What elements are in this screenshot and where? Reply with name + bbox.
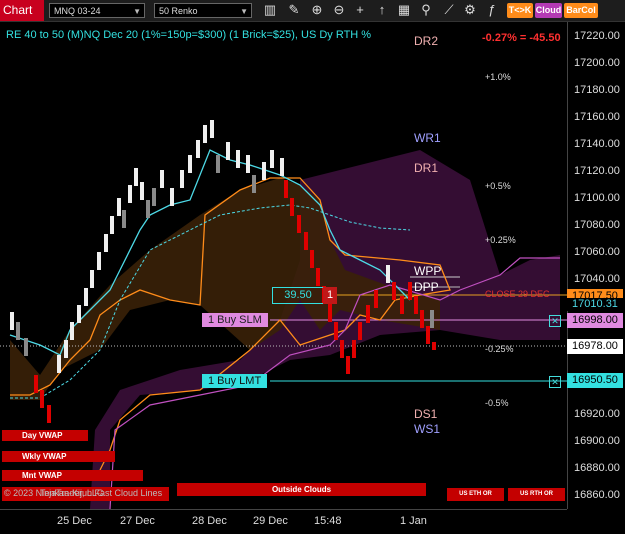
price-tick: 16920.00 bbox=[574, 408, 620, 420]
pivot-ws1: WS1 bbox=[414, 422, 441, 436]
price-plot-area[interactable]: RE 40 to 50 (M)NQ Dec 20 (1%=150p=$300) … bbox=[0, 22, 567, 509]
time-tick: 1 Jan bbox=[400, 515, 427, 527]
time-tick: 27 Dec bbox=[120, 515, 155, 527]
buy-slm-order-label[interactable]: 1 Buy SLM bbox=[202, 313, 268, 327]
cancel-slm-order-icon[interactable]: ✕ bbox=[549, 315, 561, 327]
pivot-wpp: WPP bbox=[414, 264, 442, 278]
zoom-out-icon[interactable]: ⊖ bbox=[331, 2, 347, 18]
bar-chart-icon[interactable]: ▥ bbox=[262, 2, 278, 18]
calendar-icon[interactable]: ▦ bbox=[396, 2, 412, 18]
price-tick: 16860.00 bbox=[574, 489, 620, 501]
price-tick: 17100.00 bbox=[574, 192, 620, 204]
instrument-label: MNQ 03-24 bbox=[54, 6, 101, 16]
pct-minus-025: -0.25% bbox=[485, 344, 514, 354]
price-tick: 17160.00 bbox=[574, 111, 620, 123]
pencil-icon[interactable]: ✎ bbox=[286, 2, 302, 18]
arrow-up-icon[interactable]: ↑ bbox=[374, 2, 390, 18]
cloud-toggle-button[interactable]: Cloud bbox=[535, 3, 562, 18]
us-eth-or-label: US ETH OR bbox=[447, 488, 504, 501]
buy-lmt-order-label[interactable]: 1 Buy LMT bbox=[202, 374, 268, 388]
chevron-down-icon: ▼ bbox=[240, 7, 248, 16]
order-price-box[interactable]: 39.50 bbox=[272, 287, 324, 304]
time-tick: 28 Dec bbox=[192, 515, 227, 527]
strategy-icon[interactable]: ⚙ bbox=[462, 2, 478, 18]
tenkan-price-flag: 17010.31 bbox=[567, 298, 623, 311]
lock-icon[interactable]: ⚲ bbox=[418, 2, 434, 18]
price-tick: 17120.00 bbox=[574, 165, 620, 177]
monthly-vwap-label: Mnt VWAP bbox=[2, 470, 143, 481]
pivot-wr1: WR1 bbox=[414, 131, 441, 145]
last-price-flag: 16978.00 bbox=[567, 339, 623, 354]
day-vwap-label: Day VWAP bbox=[2, 430, 88, 441]
order-qty-box[interactable]: 1 bbox=[323, 287, 337, 304]
bar-type-label: 50 Renko bbox=[159, 6, 198, 16]
price-tick: 17040.00 bbox=[574, 273, 620, 285]
line-draw-icon[interactable]: ⟋ bbox=[441, 2, 457, 18]
instrument-selector[interactable]: MNQ 03-24 ▼ bbox=[49, 3, 145, 18]
chevron-down-icon: ▼ bbox=[133, 7, 141, 16]
indicator-watermark: Tenkan-Kijun Fast Cloud Lines bbox=[40, 488, 163, 498]
pivot-dr1: DR1 bbox=[414, 161, 439, 175]
us-rth-or-label: US RTH OR bbox=[508, 488, 565, 501]
buy-slm-price-flag: 16998.00 bbox=[567, 313, 623, 328]
cancel-lmt-order-icon[interactable]: ✕ bbox=[549, 376, 561, 388]
outside-clouds-label: Outside Clouds bbox=[177, 483, 426, 496]
tk-toggle-button[interactable]: T<>K bbox=[507, 3, 533, 18]
pct-minus-05: -0.5% bbox=[485, 398, 509, 408]
pivot-ds1: DS1 bbox=[414, 407, 438, 421]
price-tick: 17140.00 bbox=[574, 138, 620, 150]
pct-plus-05: +0.5% bbox=[485, 181, 511, 191]
price-tick: 17080.00 bbox=[574, 219, 620, 231]
price-axis[interactable]: 17220.00 17200.00 17180.00 17160.00 1714… bbox=[567, 22, 625, 509]
indicator-icon[interactable]: ƒ bbox=[484, 2, 500, 18]
pct-plus-1: +1.0% bbox=[485, 72, 511, 82]
chart-title-tab[interactable]: Chart bbox=[0, 0, 44, 21]
zoom-in-icon[interactable]: ⊕ bbox=[309, 2, 325, 18]
pivot-dpp: DPP bbox=[414, 280, 439, 294]
time-tick: 29 Dec bbox=[253, 515, 288, 527]
close-29-dec-label: CLOSE 29 DEC bbox=[485, 289, 550, 299]
price-tick: 17220.00 bbox=[574, 30, 620, 42]
time-tick: 15:48 bbox=[314, 515, 342, 527]
price-tick: 17180.00 bbox=[574, 84, 620, 96]
daily-change-label: -0.27% = -45.50 bbox=[482, 32, 561, 44]
price-tick: 16900.00 bbox=[574, 435, 620, 447]
time-axis[interactable]: 25 Dec 27 Dec 28 Dec 29 Dec 15:48 1 Jan bbox=[0, 509, 567, 534]
kumo-cloud-purple bbox=[90, 150, 560, 509]
bar-type-selector[interactable]: 50 Renko ▼ bbox=[154, 3, 252, 18]
buy-lmt-price-flag: 16950.50 bbox=[567, 373, 623, 388]
price-tick: 17200.00 bbox=[574, 57, 620, 69]
pct-plus-025: +0.25% bbox=[485, 235, 516, 245]
crosshair-icon[interactable]: + bbox=[352, 2, 368, 18]
time-tick: 25 Dec bbox=[57, 515, 92, 527]
chart-toolbar: Chart MNQ 03-24 ▼ 50 Renko ▼ ▥ ✎ ⊕ ⊖ + ↑… bbox=[0, 0, 625, 22]
weekly-vwap-label: Wkly VWAP bbox=[2, 451, 115, 462]
barcol-toggle-button[interactable]: BarCol bbox=[564, 3, 598, 18]
price-tick: 16880.00 bbox=[574, 462, 620, 474]
pivot-dr2: DR2 bbox=[414, 34, 439, 48]
chart-description: RE 40 to 50 (M)NQ Dec 20 (1%=150p=$300) … bbox=[6, 29, 372, 41]
price-tick: 17060.00 bbox=[574, 246, 620, 258]
